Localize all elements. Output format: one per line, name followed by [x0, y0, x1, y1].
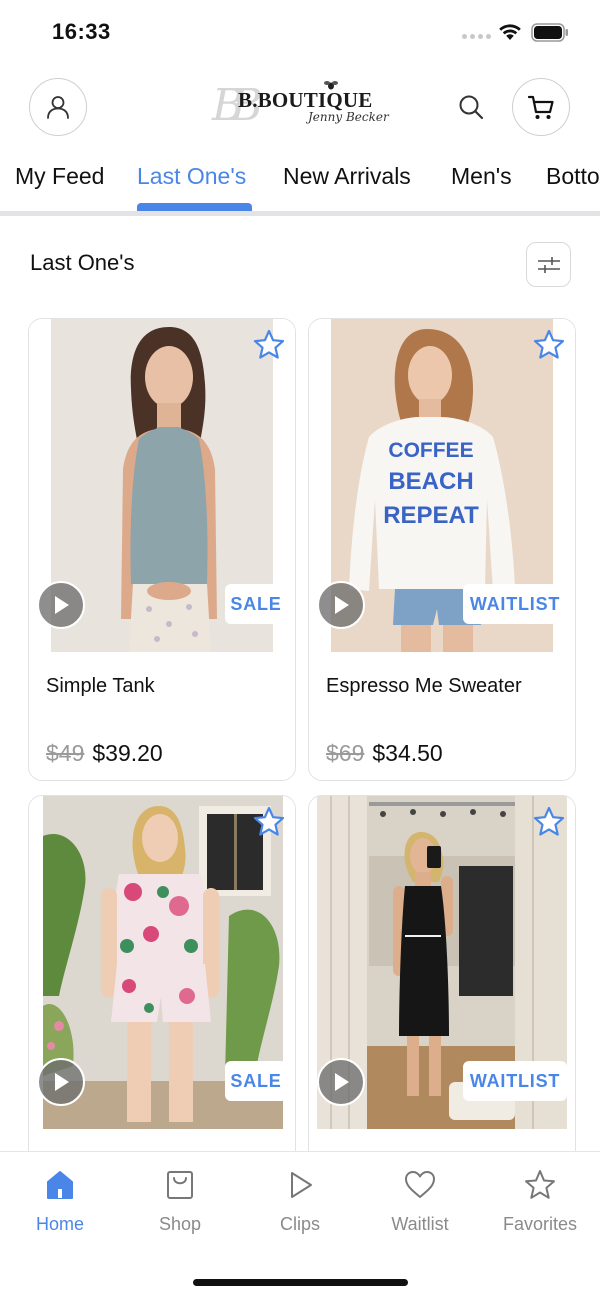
tabs-divider	[0, 211, 600, 216]
home-indicator[interactable]	[193, 1279, 408, 1286]
original-price: $69	[326, 740, 365, 766]
status-time: 16:33	[52, 19, 111, 44]
product-card[interactable]: SALE	[28, 795, 296, 1175]
section-title: Last One's	[30, 250, 135, 275]
product-image[interactable]: WAITLIST	[309, 796, 575, 1129]
product-price: $49 $39.20	[46, 740, 163, 767]
star-icon[interactable]	[251, 327, 287, 363]
heart-icon	[405, 1171, 435, 1198]
play-icon	[55, 1073, 69, 1091]
nav-clips-label: Clips	[279, 1214, 320, 1234]
waitlist-badge: WAITLIST	[463, 584, 567, 624]
nav-waitlist-label: Waitlist	[391, 1214, 449, 1234]
play-icon	[335, 1073, 349, 1091]
video-play-button[interactable]	[37, 581, 85, 629]
active-tab-indicator	[137, 203, 252, 211]
shirt-text-2: BEACH	[388, 468, 473, 495]
cart-button[interactable]	[512, 78, 570, 136]
home-icon	[47, 1171, 73, 1199]
shirt-text-3: REPEAT	[383, 502, 479, 529]
category-tabs: My Feed Last One's New Arrivals Men's Bo…	[0, 160, 600, 218]
video-play-button[interactable]	[317, 1058, 365, 1106]
tab-my-feed[interactable]: My Feed	[15, 163, 104, 190]
star-icon[interactable]	[531, 327, 567, 363]
profile-button[interactable]	[29, 78, 87, 136]
nav-waitlist[interactable]: Waitlist	[370, 1168, 470, 1235]
product-card[interactable]: COFFEE BEACH REPEAT WAITLIST Espresso Me…	[308, 318, 576, 781]
waitlist-badge: WAITLIST	[463, 1061, 567, 1101]
nav-clips[interactable]: Clips	[250, 1168, 350, 1235]
star-icon[interactable]	[531, 804, 567, 840]
app-header: BB B.BOUTIQUE Jenny Becker	[0, 78, 600, 138]
search-icon	[459, 95, 484, 120]
cart-icon	[527, 95, 554, 119]
nav-home[interactable]: Home	[10, 1168, 110, 1235]
shirt-text-1: COFFEE	[388, 439, 473, 462]
product-card[interactable]: SALE Simple Tank $49 $39.20	[28, 318, 296, 781]
sale-badge: SALE	[225, 1061, 287, 1101]
nav-favorites-label: Favorites	[502, 1214, 578, 1234]
bottom-navigation: Home Shop Clips Waitlist Favorites	[0, 1151, 600, 1299]
star-icon	[525, 1170, 555, 1199]
tab-last-ones[interactable]: Last One's	[137, 163, 246, 190]
product-price: $69 $34.50	[326, 740, 443, 767]
nav-shop-label: Shop	[158, 1214, 202, 1234]
search-button[interactable]	[455, 91, 487, 123]
sliders-icon	[537, 256, 560, 273]
product-name[interactable]: Simple Tank	[46, 675, 155, 698]
sale-price: $34.50	[372, 740, 443, 766]
tab-mens[interactable]: Men's	[451, 163, 512, 190]
person-icon	[47, 96, 69, 119]
sale-badge: SALE	[225, 584, 287, 624]
logo-signature: Jenny Becker	[308, 110, 389, 124]
status-bar: 16:33	[0, 0, 600, 66]
product-name[interactable]: Espresso Me Sweater	[326, 675, 522, 698]
play-icon	[55, 596, 69, 614]
product-card[interactable]: WAITLIST	[308, 795, 576, 1175]
brand-logo[interactable]: BB B.BOUTIQUE Jenny Becker	[210, 78, 390, 138]
product-image[interactable]: SALE	[29, 319, 295, 652]
tab-bottoms[interactable]: Botto	[546, 163, 600, 190]
filter-button[interactable]	[526, 242, 571, 287]
play-icon	[291, 1172, 312, 1198]
nav-favorites[interactable]: Favorites	[490, 1168, 590, 1235]
product-image[interactable]: SALE	[29, 796, 295, 1129]
battery-icon	[531, 23, 568, 42]
shopping-bag-icon	[167, 1171, 193, 1199]
video-play-button[interactable]	[37, 1058, 85, 1106]
original-price: $49	[46, 740, 85, 766]
product-image[interactable]: COFFEE BEACH REPEAT WAITLIST	[309, 319, 575, 652]
signal-icon	[462, 34, 491, 39]
nav-home-label: Home	[35, 1214, 84, 1234]
video-play-button[interactable]	[317, 581, 365, 629]
wifi-icon	[499, 24, 521, 40]
sale-price: $39.20	[92, 740, 163, 766]
star-icon[interactable]	[251, 804, 287, 840]
play-icon	[335, 596, 349, 614]
nav-shop[interactable]: Shop	[130, 1168, 230, 1235]
tab-new-arrivals[interactable]: New Arrivals	[283, 163, 411, 190]
